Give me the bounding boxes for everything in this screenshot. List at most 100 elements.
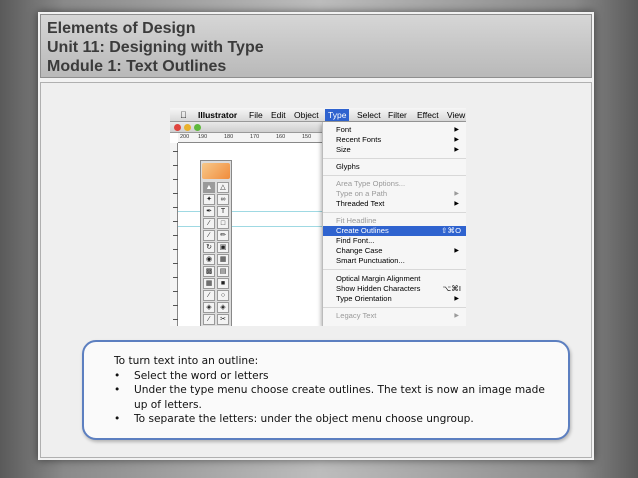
menu-item-size[interactable]: Size ▶ (323, 145, 466, 155)
menu-item-label: Find Font... (336, 236, 375, 245)
selection-tool-icon[interactable]: ▲ (203, 182, 215, 193)
instruction-text: Select the word or letters (134, 369, 269, 382)
line-tool-icon[interactable]: ∕ (203, 218, 215, 229)
menu-select[interactable]: Select (357, 110, 381, 120)
shortcut-label: ⇧⌘O (441, 226, 461, 235)
menu-item-label: Type Orientation (336, 294, 392, 303)
menu-item-fit-headline: Fit Headline (323, 216, 466, 226)
instruction-text: To separate the letters: under the objec… (134, 413, 474, 425)
menu-filter[interactable]: Filter (388, 110, 407, 120)
menu-object[interactable]: Object (294, 110, 319, 120)
menu-type[interactable]: Type (325, 109, 350, 121)
menu-item-label: Change Case (336, 246, 383, 255)
submenu-arrow-icon: ▶ (454, 201, 459, 207)
submenu-arrow-icon: ▶ (454, 147, 459, 153)
gradient-tool-icon[interactable]: ■ (217, 278, 229, 289)
menu-item-smart-punctuation[interactable]: Smart Punctuation... (323, 256, 466, 266)
ruler-label: 170 (250, 134, 260, 140)
menu-separator (323, 269, 466, 270)
document-window: 200 190 180 170 160 150 ▲ △ ✦ ∞ ✒ T ∕ □ … (170, 122, 322, 326)
type-dropdown-menu: Font ▶ Recent Fonts ▶ Size ▶ Glyphs Area Ty… (322, 122, 466, 326)
illustrator-logo-icon (202, 163, 230, 179)
menu-illustrator[interactable]: Illustrator (198, 110, 237, 120)
menu-item-glyphs[interactable]: Glyphs (323, 162, 466, 172)
submenu-arrow-icon: ▶ (454, 191, 459, 197)
warp-tool-icon[interactable]: ◉ (203, 254, 215, 265)
menu-item-legacy-text: Legacy Text ▶ (323, 311, 466, 321)
menu-separator (323, 307, 466, 308)
menu-item-label: Font (336, 125, 352, 134)
menu-item-recent-fonts[interactable]: Recent Fonts ▶ (323, 135, 466, 145)
instructions-intro: To turn text into an outline: (114, 355, 259, 367)
menu-separator (323, 212, 466, 213)
menu-item-label: Legacy Text (336, 311, 377, 320)
live-paint-icon[interactable]: ◈ (203, 302, 215, 313)
menu-item-label: Optical Margin Alignment (336, 274, 421, 283)
lasso-icon[interactable]: ∞ (217, 194, 229, 205)
menu-file[interactable]: File (249, 110, 263, 120)
magic-wand-icon[interactable]: ✦ (203, 194, 215, 205)
window-titlebar (170, 122, 322, 133)
live-paint-selection-icon[interactable]: ◈ (217, 302, 229, 313)
symbol-sprayer-icon[interactable]: ▩ (203, 266, 215, 277)
submenu-arrow-icon: ▶ (454, 296, 459, 302)
shortcut-label: ⌥⌘I (442, 284, 461, 293)
menu-item-label: Threaded Text (336, 199, 385, 208)
menu-item-show-hidden-characters[interactable]: Show Hidden Characters ⌥⌘I (323, 284, 466, 294)
menu-view[interactable]: View (447, 110, 465, 120)
instruction-text: Under the type menu choose create outlin… (134, 384, 545, 411)
menu-effect[interactable]: Effect (417, 110, 439, 120)
menu-separator (323, 158, 466, 159)
ruler-label: 190 (198, 134, 208, 140)
scissors-icon[interactable]: ✂ (217, 314, 229, 325)
apple-logo-icon[interactable]:  (180, 110, 187, 120)
horizontal-ruler: 200 190 180 170 160 150 (178, 133, 322, 143)
rectangle-tool-icon[interactable]: □ (217, 218, 229, 229)
slice-tool-icon[interactable]: ∕ (203, 314, 215, 325)
pencil-icon[interactable]: ✏ (217, 230, 229, 241)
menu-item-label: Type on a Path (336, 189, 388, 198)
minimize-window-icon[interactable] (184, 124, 191, 131)
blend-tool-icon[interactable]: ○ (217, 290, 229, 301)
menu-item-change-case[interactable]: Change Case ▶ (323, 246, 466, 256)
slide-title-box: Elements of Design Unit 11: Designing wi… (40, 14, 592, 78)
menu-item-create-outlines[interactable]: Create Outlines ⇧⌘O (323, 226, 466, 236)
submenu-arrow-icon: ▶ (454, 137, 459, 143)
instruction-bullet: • Select the word or letters (114, 369, 269, 382)
menu-edit[interactable]: Edit (271, 110, 286, 120)
instruction-bullet: • To separate the letters: under the obje… (114, 413, 474, 425)
menu-item-optical-margin-alignment[interactable]: Optical Margin Alignment (323, 274, 466, 284)
menu-item-label: Recent Fonts (336, 135, 382, 144)
menu-item-font[interactable]: Font ▶ (323, 125, 466, 135)
rotate-tool-icon[interactable]: ↻ (203, 242, 215, 253)
menu-item-label: Fit Headline (336, 216, 377, 225)
instruction-bullet: • Under the type menu choose create outli… (114, 384, 545, 411)
ruler-label: 150 (302, 134, 312, 140)
paintbrush-icon[interactable]: ∕ (203, 230, 215, 241)
graph-tool-icon[interactable]: ▤ (217, 266, 229, 277)
menu-item-label: Size (336, 145, 351, 154)
pen-tool-icon[interactable]: ✒ (203, 206, 215, 217)
ruler-label: 200 (180, 134, 190, 140)
type-tool-icon[interactable]: T (217, 206, 229, 217)
submenu-arrow-icon: ▶ (454, 127, 459, 133)
submenu-arrow-icon: ▶ (454, 248, 459, 254)
menu-item-find-font[interactable]: Find Font... (323, 236, 466, 246)
ruler-label: 180 (224, 134, 234, 140)
vertical-ruler (170, 143, 178, 326)
tools-panel: ▲ △ ✦ ∞ ✒ T ∕ □ ∕ ✏ ↻ ▣ ◉ ▦ ▩ ▤ ▦ ■ ∕ ○ … (200, 160, 232, 326)
menu-item-threaded-text[interactable]: Threaded Text ▶ (323, 199, 466, 209)
slide-title-course: Elements of Design (47, 20, 196, 37)
slide-title-module: Module 1: Text Outlines (47, 58, 227, 75)
menu-item-type-orientation[interactable]: Type Orientation ▶ (323, 294, 466, 304)
scale-tool-icon[interactable]: ▣ (217, 242, 229, 253)
eyedropper-icon[interactable]: ∕ (203, 290, 215, 301)
submenu-arrow-icon: ▶ (454, 313, 459, 319)
zoom-window-icon[interactable] (194, 124, 201, 131)
direct-selection-tool-icon[interactable]: △ (217, 182, 229, 193)
app-menubar:  Illustrator File Edit Object Type Sele… (170, 108, 466, 122)
close-window-icon[interactable] (174, 124, 181, 131)
free-transform-icon[interactable]: ▦ (217, 254, 229, 265)
mesh-tool-icon[interactable]: ▦ (203, 278, 215, 289)
menu-item-label: Smart Punctuation... (336, 256, 405, 265)
